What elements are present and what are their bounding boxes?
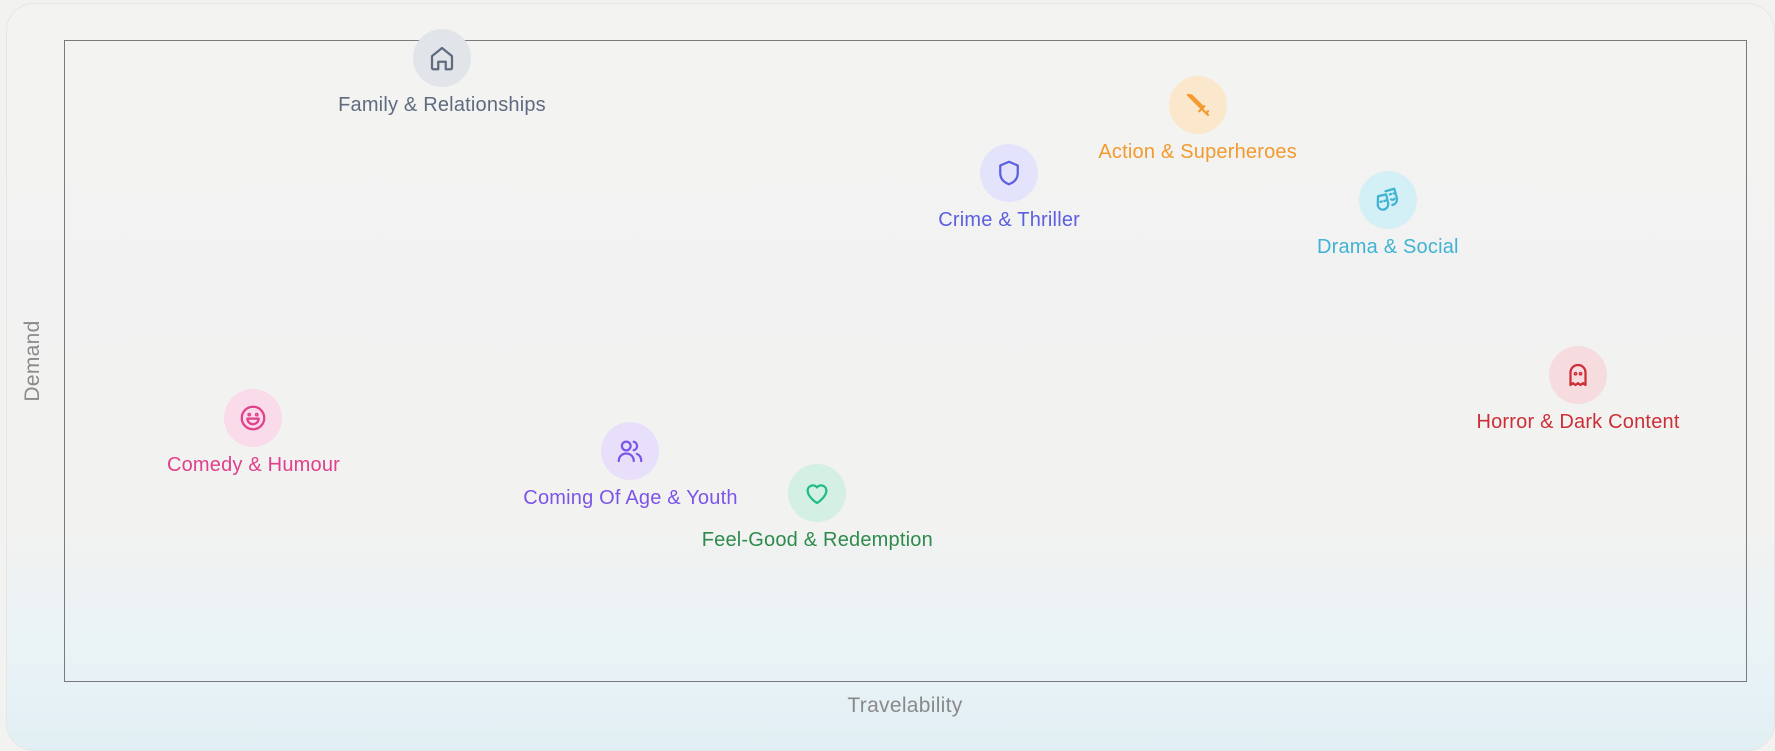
home-icon bbox=[427, 43, 457, 73]
point-label: Feel-Good & Redemption bbox=[701, 528, 933, 551]
point-label: Crime & Thriller bbox=[938, 209, 1081, 232]
point-label: Comedy & Humour bbox=[166, 454, 341, 477]
point-label: Action & Superheroes bbox=[1098, 140, 1297, 163]
y-axis-label: Demand bbox=[21, 320, 44, 402]
users-icon bbox=[615, 436, 645, 466]
shield-icon bbox=[994, 158, 1024, 188]
point-marker[interactable] bbox=[412, 29, 471, 88]
plot-area: Family & Relationships Action & Superhero… bbox=[64, 29, 1747, 682]
ghost-icon bbox=[1563, 360, 1593, 390]
point-marker[interactable] bbox=[224, 389, 283, 448]
smile-icon bbox=[238, 403, 268, 433]
x-axis-label: Travelability bbox=[847, 694, 963, 717]
heart-icon bbox=[802, 478, 832, 508]
point-marker[interactable] bbox=[788, 463, 847, 522]
point-marker[interactable] bbox=[980, 144, 1039, 203]
point-label: Drama & Social bbox=[1316, 236, 1459, 259]
point-label: Family & Relationships bbox=[338, 94, 546, 117]
point-marker[interactable] bbox=[1549, 345, 1608, 404]
masks-icon bbox=[1373, 185, 1403, 215]
sword-icon bbox=[1183, 90, 1213, 120]
point-marker[interactable] bbox=[601, 422, 660, 481]
point-label: Coming Of Age & Youth bbox=[523, 487, 738, 510]
point-label: Horror & Dark Content bbox=[1476, 410, 1680, 433]
point-marker[interactable] bbox=[1358, 171, 1417, 230]
point-marker[interactable] bbox=[1168, 75, 1227, 134]
